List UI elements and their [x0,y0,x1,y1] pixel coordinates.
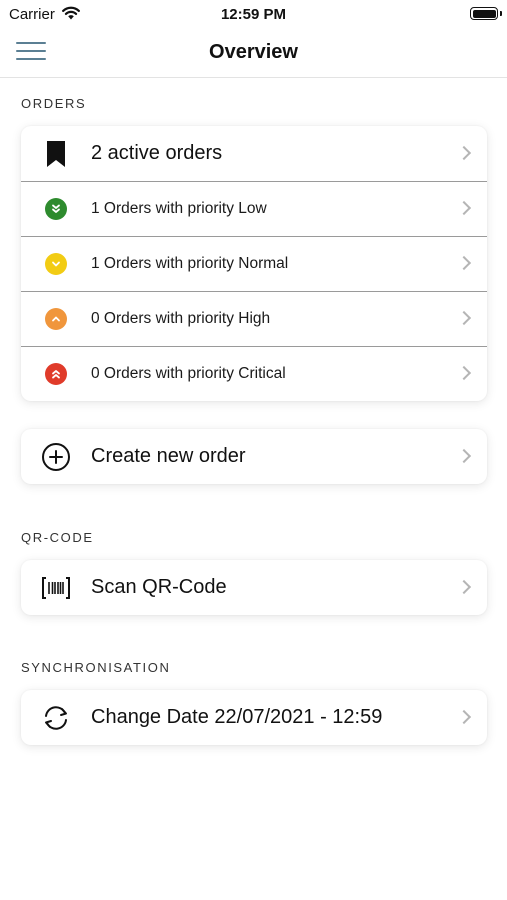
chevron-right-icon [456,255,472,271]
chevron-down-icon [45,253,67,275]
priority-high-label: 0 Orders with priority High [91,310,271,327]
sync-card: Change Date 22/07/2021 - 12:59 [21,690,487,745]
battery-icon [470,7,498,20]
bookmark-icon [47,140,65,167]
priority-normal-label: 1 Orders with priority Normal [91,255,289,272]
qr-card: Scan QR-Code [21,560,487,615]
chevron-right-icon [456,448,472,463]
page-title: Overview [209,41,298,63]
sync-icon [45,705,67,730]
chevron-right-icon [456,200,472,216]
change-date-row[interactable]: Change Date 22/07/2021 - 12:59 [21,690,487,745]
priority-critical-row[interactable]: 0 Orders with priority Critical [21,346,487,401]
sync-section-header: SYNCHRONISATION [21,660,171,675]
priority-low-label: 1 Orders with priority Low [91,200,267,217]
plus-circle-icon [42,442,70,471]
chevron-right-icon [456,579,472,594]
qr-section-header: QR-CODE [21,530,94,545]
active-orders-row[interactable]: 2 active orders [21,126,487,181]
change-date-label: Change Date 22/07/2021 - 12:59 [91,706,383,728]
orders-card: 2 active orders 1 Orders with priority L… [21,126,487,401]
priority-low-row[interactable]: 1 Orders with priority Low [21,181,487,236]
active-orders-label: 2 active orders [91,142,223,164]
chevrons-up-icon [45,363,67,385]
scan-qr-row[interactable]: Scan QR-Code [21,560,487,615]
chevron-right-icon [456,365,472,381]
chevron-right-icon [456,145,472,160]
chevron-right-icon [456,709,472,724]
clock: 12:59 PM [220,6,287,23]
chevrons-down-icon [45,198,67,220]
barcode-scan-icon [42,576,70,599]
create-order-card: Create new order [21,429,487,484]
create-order-label: Create new order [91,445,246,467]
scan-qr-label: Scan QR-Code [91,576,227,598]
chevron-right-icon [456,310,472,326]
navigation-bar: Overview [0,30,507,78]
chevron-up-icon [45,308,67,330]
create-order-row[interactable]: Create new order [21,429,487,484]
orders-section-header: ORDERS [21,96,87,111]
priority-high-row[interactable]: 0 Orders with priority High [21,291,487,346]
priority-critical-label: 0 Orders with priority Critical [91,365,286,382]
status-bar: Carrier 12:59 PM [0,0,507,30]
priority-normal-row[interactable]: 1 Orders with priority Normal [21,236,487,291]
